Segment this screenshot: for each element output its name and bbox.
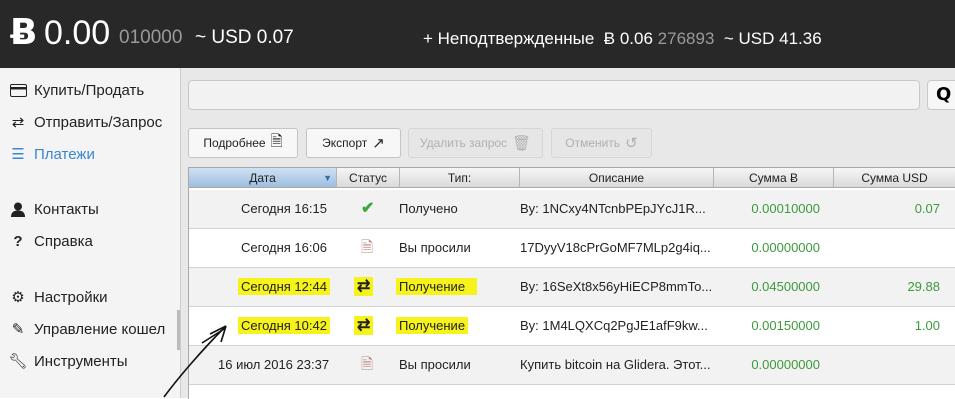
row-type: Получение bbox=[396, 278, 478, 295]
sidebar-item-label: Управление кошел bbox=[34, 320, 166, 338]
row-date: Сегодня 10:42 bbox=[238, 317, 330, 334]
column-header-status[interactable]: Статус bbox=[337, 168, 400, 188]
document-icon: 🗎 bbox=[270, 132, 283, 150]
row-amount-btc: 0.00000000 bbox=[751, 240, 820, 255]
sidebar-item-help[interactable]: ? Справка bbox=[8, 229, 93, 253]
sidebar-item-wallet-management[interactable]: ✎ Управление кошел bbox=[8, 317, 166, 341]
trash-icon: 🗑︎ bbox=[512, 135, 532, 152]
sidebar-item-label: Справка bbox=[34, 232, 93, 250]
table-row[interactable]: 16 июл 2016 23:37 🗎 Вы просили Купить bi… bbox=[189, 346, 955, 385]
unconfirmed-label: + Неподтвержденные bbox=[423, 29, 595, 48]
column-header-type[interactable]: Тип: bbox=[400, 168, 520, 188]
wrench-icon: 🔧︎ bbox=[8, 353, 28, 370]
sidebar-item-buy-sell[interactable]: Купить/Продать bbox=[8, 78, 144, 102]
row-description: By: 1NCxy4NTcnbPEpJYcJ1R... bbox=[520, 201, 706, 216]
unconfirmed-usd: ~ USD 41.36 bbox=[723, 29, 822, 48]
undo-icon: ↺ bbox=[625, 135, 638, 152]
row-type: Получение bbox=[396, 317, 469, 334]
row-date: Сегодня 16:15 bbox=[241, 201, 327, 216]
unconfirmed-balance: + Неподтвержденные Ƀ 0.06 276893 ~ USD 4… bbox=[423, 29, 822, 49]
row-amount-btc: 0.00010000 bbox=[751, 201, 820, 216]
row-type: Вы просили bbox=[399, 240, 471, 255]
document-icon: 🗎 bbox=[361, 356, 374, 373]
sidebar-item-label: Купить/Продать bbox=[34, 81, 145, 99]
row-amount-usd bbox=[834, 229, 940, 267]
delete-request-label: Удалить запрос bbox=[419, 136, 508, 150]
row-type: Получено bbox=[399, 201, 458, 216]
column-header-amount-usd[interactable]: Сумма USD bbox=[834, 168, 955, 188]
row-amount-usd: 1.00 bbox=[914, 318, 940, 333]
row-type: Вы просили bbox=[399, 357, 471, 372]
row-amount-btc: 0.04500000 bbox=[751, 279, 820, 294]
details-label: Подробнее bbox=[203, 136, 266, 150]
row-amount-usd bbox=[834, 346, 940, 384]
sidebar-item-label: Настройки bbox=[34, 288, 108, 306]
row-description: 17DyyV18cPrGoMF7MLp2g4iq... bbox=[520, 240, 711, 255]
row-amount-btc: 0.00000000 bbox=[751, 357, 820, 372]
sidebar-item-label: Контакты bbox=[34, 200, 99, 218]
balance-usd: ~ USD 0.07 bbox=[195, 27, 294, 48]
details-button[interactable]: Подробнее 🗎 bbox=[188, 128, 298, 158]
row-description: Купить bitcoin на Glidera. Этот... bbox=[520, 357, 711, 372]
row-description: By: 1M4LQXCq2PgJE1afF9kw... bbox=[520, 318, 708, 333]
sort-desc-icon: ▼ bbox=[323, 173, 332, 183]
row-amount-usd: 0.07 bbox=[914, 201, 940, 216]
exchange-icon: ⇄ bbox=[11, 114, 25, 131]
balance-sub: 010000 bbox=[119, 27, 183, 48]
row-amount-btc: 0.00150000 bbox=[751, 318, 820, 333]
export-label: Экспорт bbox=[322, 136, 368, 150]
sidebar-item-contacts[interactable]: Контакты bbox=[8, 197, 99, 221]
user-icon bbox=[8, 202, 28, 217]
share-icon: ↗ bbox=[372, 135, 385, 152]
search-input[interactable] bbox=[188, 80, 920, 110]
credit-card-icon bbox=[8, 83, 28, 97]
search-icon: Q bbox=[936, 84, 952, 105]
unconfirmed-btc-sub: 276893 bbox=[657, 29, 715, 48]
gears-icon: ⚙ bbox=[11, 289, 25, 306]
table-row[interactable]: Сегодня 10:42 ⇄ Получение By: 1M4LQXCq2P… bbox=[189, 307, 955, 346]
bitcoin-icon: Ƀ bbox=[10, 12, 38, 53]
balance-main: 0.00 bbox=[44, 14, 111, 52]
sidebar-item-label: Платежи bbox=[34, 145, 95, 163]
edit-icon: ✎ bbox=[11, 321, 25, 338]
table-row[interactable]: Сегодня 12:44 ⇄ Получение By: 16SeXt8x56… bbox=[189, 268, 955, 307]
check-icon: ✔ bbox=[361, 200, 375, 217]
document-icon: 🗎 bbox=[361, 239, 374, 256]
unconfirmed-btc: Ƀ 0.06 bbox=[603, 29, 653, 48]
main-panel: Q Подробнее 🗎 Экспорт ↗ Удалить запрос 🗑… bbox=[181, 68, 955, 399]
list-icon: ☰ bbox=[11, 146, 25, 163]
payments-table: Дата ▼ Статус Тип: Описание Сумма Ƀ Сумма… bbox=[188, 167, 955, 399]
sidebar-item-payments[interactable]: ☰ Платежи bbox=[8, 142, 95, 166]
sidebar-item-label: Отправить/Запрос bbox=[34, 113, 163, 131]
sidebar-item-label: Инструменты bbox=[34, 352, 128, 370]
cancel-button[interactable]: Отменить ↺ bbox=[551, 128, 652, 158]
column-header-description[interactable]: Описание bbox=[520, 168, 714, 188]
question-icon: ? bbox=[13, 232, 23, 250]
sidebar-item-send-request[interactable]: ⇄ Отправить/Запрос bbox=[8, 110, 163, 134]
row-description: By: 16SeXt8x56yHiECP8mmTo... bbox=[520, 279, 712, 294]
export-button[interactable]: Экспорт ↗ bbox=[306, 128, 401, 158]
row-date: Сегодня 16:06 bbox=[241, 240, 327, 255]
annotation-arrow bbox=[163, 325, 227, 398]
cancel-label: Отменить bbox=[565, 136, 621, 150]
exchange-icon: ⇄ bbox=[354, 316, 374, 335]
column-header-date[interactable]: Дата ▼ bbox=[189, 168, 337, 188]
row-amount-usd: 29.88 bbox=[907, 279, 940, 294]
row-date: Сегодня 12:44 bbox=[238, 278, 330, 295]
column-header-amount-btc[interactable]: Сумма Ƀ bbox=[714, 168, 834, 188]
exchange-icon: ⇄ bbox=[354, 277, 374, 296]
search-button[interactable]: Q bbox=[927, 80, 955, 110]
sidebar-item-tools[interactable]: 🔧︎ Инструменты bbox=[8, 349, 128, 373]
table-row[interactable]: Сегодня 16:06 🗎 Вы просили 17DyyV18cPrGo… bbox=[189, 229, 955, 268]
sidebar-item-settings[interactable]: ⚙ Настройки bbox=[8, 285, 108, 309]
delete-request-button[interactable]: Удалить запрос 🗑︎ bbox=[408, 128, 543, 158]
balance-header: Ƀ 0.00 010000 ~ USD 0.07 + Неподтвержден… bbox=[0, 0, 955, 68]
table-row[interactable]: Сегодня 16:15 ✔ Получено By: 1NCxy4NTcnb… bbox=[189, 190, 955, 229]
